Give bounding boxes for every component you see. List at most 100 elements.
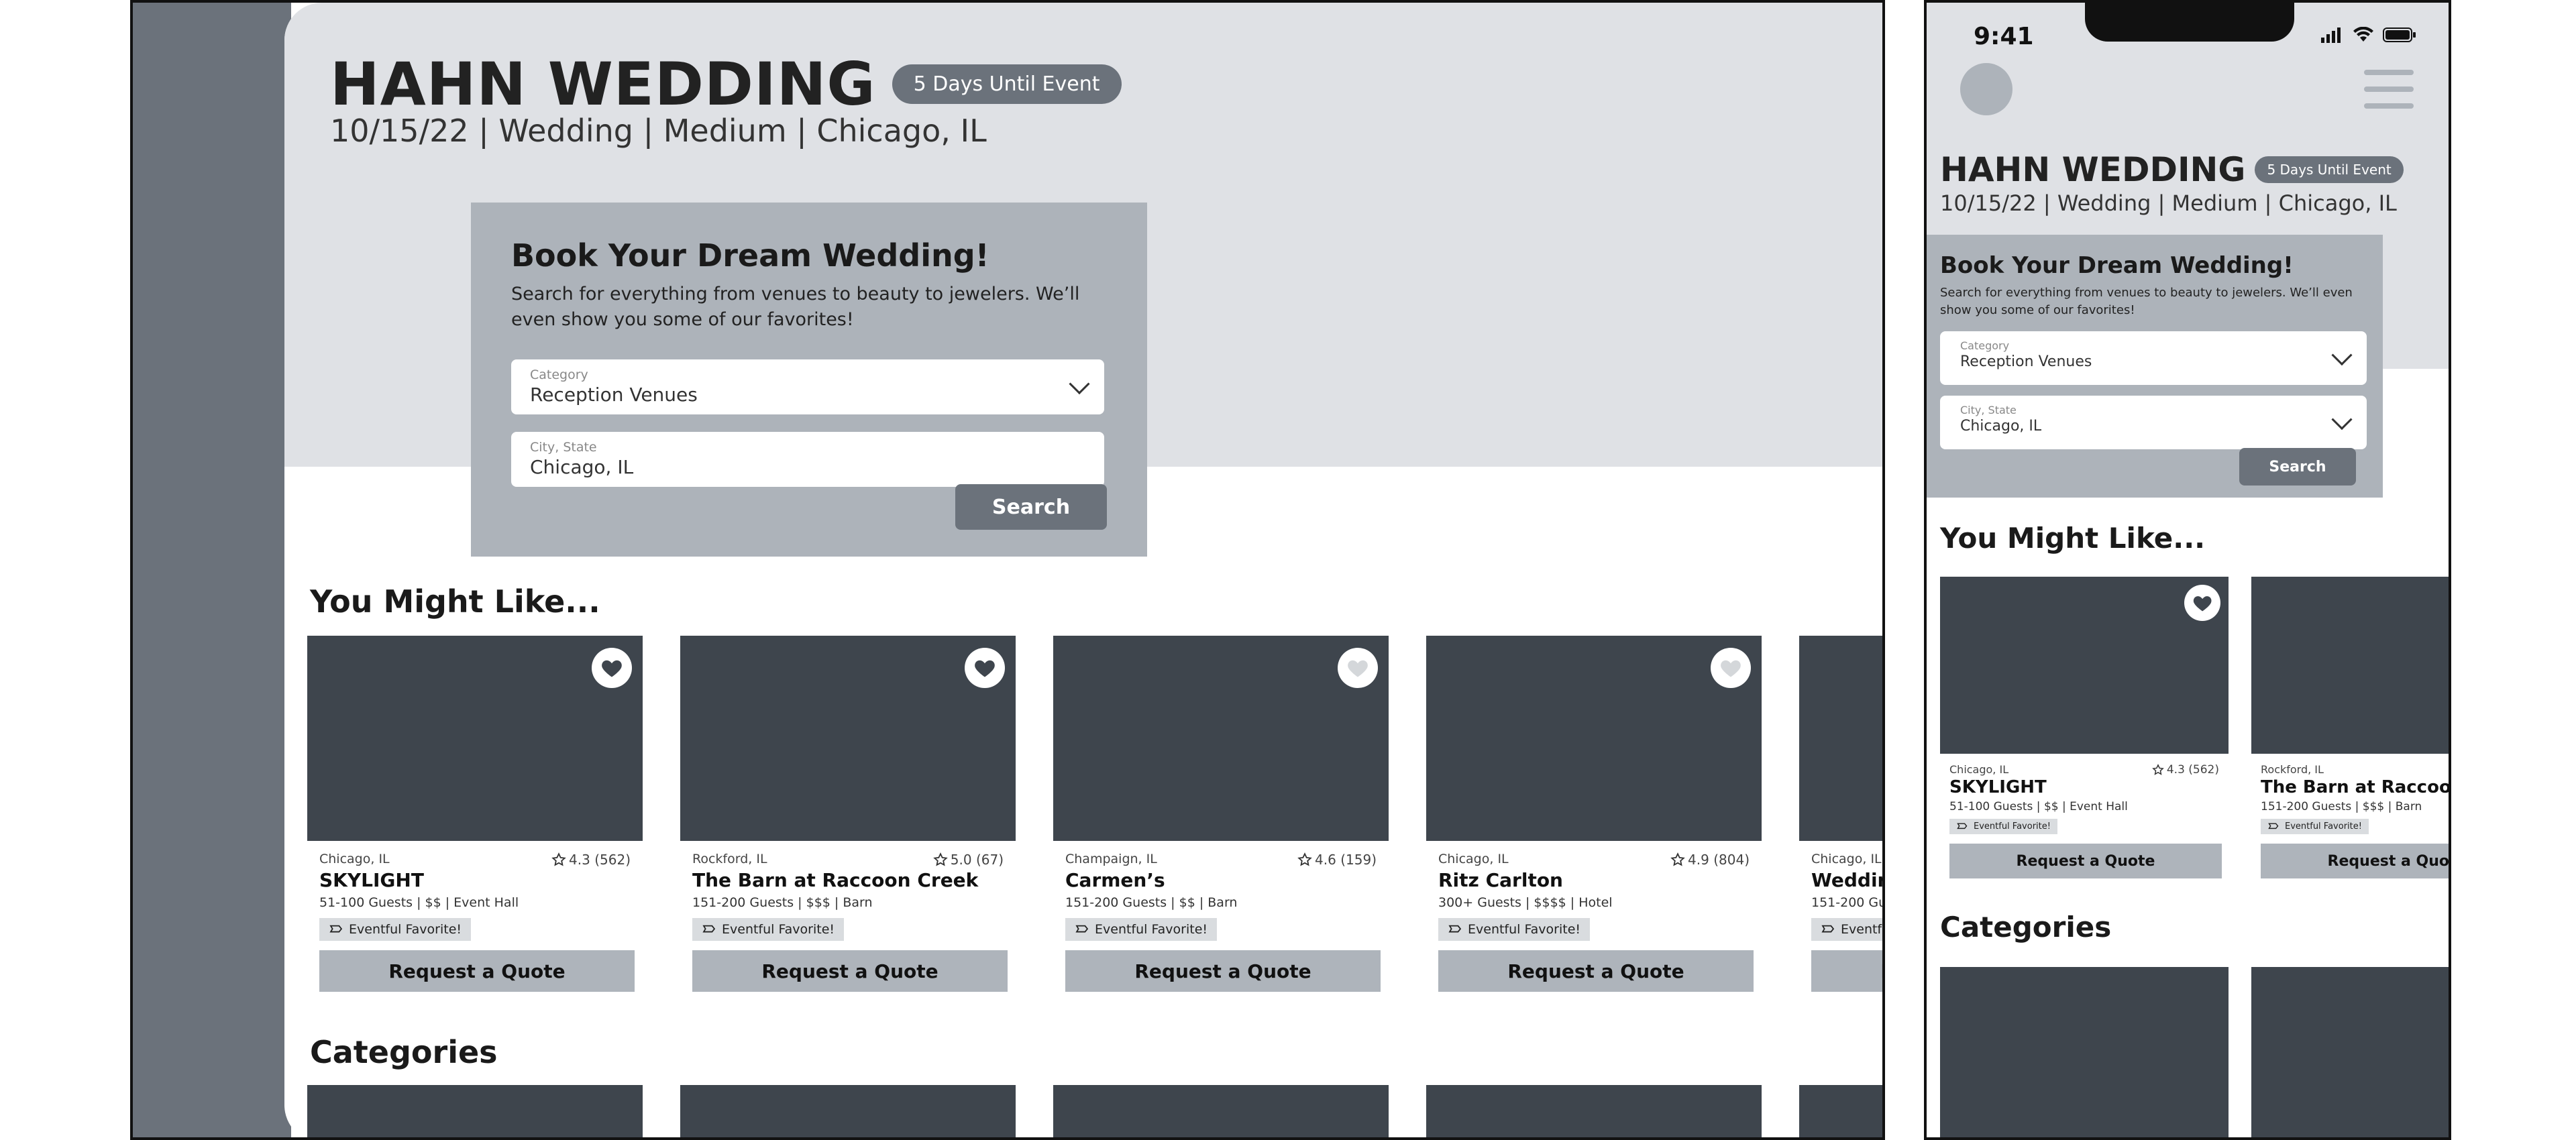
venue-card-body: Chicago, IL 4.9 (804) Ritz Carlton 300+ … xyxy=(1426,841,1762,992)
category-tile[interactable] xyxy=(1940,967,2229,1137)
venue-card-body: Chicago, IL Wedding 151-200 Guests Event… xyxy=(1799,841,1882,992)
category-tile[interactable] xyxy=(1426,1085,1762,1137)
venue-card[interactable]: Rockford, IL 5.0 (67) The Barn at Raccoo… xyxy=(680,636,1016,992)
search-button[interactable]: Search xyxy=(955,484,1107,530)
venue-rating: 4.9 (804) xyxy=(1670,852,1750,868)
favorite-badge: Eventful Favorite! xyxy=(319,918,472,941)
venue-name: Ritz Carlton xyxy=(1438,869,1563,891)
favorite-badge-label: Eventful Favorite! xyxy=(1974,821,2051,832)
request-quote-button[interactable]: Request a Quote xyxy=(692,950,1008,992)
venue-rating-value: 4.3 (562) xyxy=(2166,763,2219,777)
venue-name: Carmen’s xyxy=(1065,869,1165,891)
category-label: Category xyxy=(1960,339,2010,352)
favorite-button[interactable] xyxy=(1338,648,1378,688)
star-icon xyxy=(551,852,566,866)
event-details: 10/15/22 | Wedding | Medium | Chicago, I… xyxy=(1940,190,2397,216)
search-description: Search for everything from venues to bea… xyxy=(1940,286,2353,317)
venue-card-body: Rockford, IL The Barn at Raccoon Creek 1… xyxy=(2251,754,2449,878)
venue-image xyxy=(307,636,643,841)
award-icon xyxy=(1821,925,1835,933)
favorite-button[interactable] xyxy=(592,648,632,688)
venue-card[interactable]: Chicago, IL 4.3 (562) SKYLIGHT 51-100 Gu… xyxy=(1940,577,2229,878)
favorite-badge: Eventful Favorite! xyxy=(1949,819,2057,834)
city-input[interactable]: City, State Chicago, IL xyxy=(511,432,1104,487)
favorite-button[interactable] xyxy=(2184,585,2220,621)
category-select[interactable]: Category Reception Venues xyxy=(511,359,1104,414)
category-tile[interactable] xyxy=(2251,967,2449,1137)
venue-card-body: Rockford, IL 5.0 (67) The Barn at Raccoo… xyxy=(680,841,1016,992)
page-title: HAHN WEDDING xyxy=(1940,150,2246,189)
favorite-badge-label: Eventful Favorite! xyxy=(2285,821,2362,832)
city-label: City, State xyxy=(530,440,597,455)
search-panel: Book Your Dream Wedding! Search for ever… xyxy=(471,203,1147,557)
category-grid xyxy=(1940,967,2449,1137)
menu-icon[interactable] xyxy=(2364,70,2414,109)
venue-carousel: Chicago, IL 4.3 (562) SKYLIGHT 51-100 Gu… xyxy=(307,636,1882,992)
request-quote-button[interactable]: Request a Quote xyxy=(1811,950,1882,992)
star-icon xyxy=(932,852,948,866)
search-panel: Book Your Dream Wedding! Search for ever… xyxy=(1927,235,2383,498)
venue-carousel: Chicago, IL 4.3 (562) SKYLIGHT 51-100 Gu… xyxy=(1940,577,2449,878)
star-icon xyxy=(2152,764,2164,775)
venue-name: SKYLIGHT xyxy=(319,869,424,891)
category-value: Reception Venues xyxy=(1960,353,2092,370)
venue-card[interactable]: Chicago, IL 4.9 (804) Ritz Carlton 300+ … xyxy=(1426,636,1762,992)
venue-card-body: Chicago, IL 4.3 (562) SKYLIGHT 51-100 Gu… xyxy=(307,841,643,992)
venue-image xyxy=(680,636,1016,841)
venue-card[interactable]: Chicago, IL 4.3 (562) SKYLIGHT 51-100 Gu… xyxy=(307,636,643,992)
phone-notch xyxy=(2085,3,2294,42)
award-icon xyxy=(329,925,343,933)
venue-name: SKYLIGHT xyxy=(1949,777,2047,797)
favorite-badge: Eventful Favorite! xyxy=(2261,819,2369,834)
category-tile[interactable] xyxy=(1799,1085,1882,1137)
favorite-button[interactable] xyxy=(965,648,1005,688)
venue-card[interactable]: Champaign, IL 4.6 (159) Carmen’s 151-200… xyxy=(1053,636,1389,992)
heart-icon xyxy=(1348,660,1368,677)
venue-image xyxy=(1053,636,1389,841)
countdown-badge: 5 Days Until Event xyxy=(892,64,1122,104)
venue-card[interactable]: Rockford, IL The Barn at Raccoon Creek 1… xyxy=(2251,577,2449,878)
venue-card[interactable]: Chicago, IL Wedding 151-200 Guests Event… xyxy=(1799,636,1882,992)
search-button[interactable]: Search xyxy=(2239,448,2356,486)
heart-icon xyxy=(1721,660,1741,677)
request-quote-button[interactable]: Request a Quote xyxy=(319,950,635,992)
venue-meta: 151-200 Guests | $$$ | Barn xyxy=(692,895,873,910)
avatar[interactable] xyxy=(1960,63,2012,115)
star-icon xyxy=(1297,852,1312,866)
favorite-badge: Eventful Favorite! xyxy=(692,918,845,941)
favorite-badge-label: Eventful Favorite! xyxy=(349,922,462,937)
venue-rating: 4.6 (159) xyxy=(1297,852,1377,868)
status-time: 9:41 xyxy=(1974,23,2034,50)
desktop-frame: HAHN WEDDING 5 Days Until Event 10/15/22… xyxy=(130,0,1885,1140)
venue-rating-value: 4.6 (159) xyxy=(1315,852,1377,868)
favorite-badge-label: Eventful Favorite! xyxy=(1841,922,1882,937)
favorite-badge-label: Eventful Favorite! xyxy=(1468,922,1581,937)
city-select[interactable]: City, State Chicago, IL xyxy=(1940,396,2367,449)
status-icons xyxy=(2320,27,2416,43)
category-tile[interactable] xyxy=(680,1085,1016,1137)
favorite-badge-label: Eventful Favorite! xyxy=(722,922,835,937)
signal-icon xyxy=(2321,27,2341,43)
request-quote-button[interactable]: Request a Quote xyxy=(1438,950,1754,992)
wifi-icon xyxy=(2353,27,2373,42)
city-value: Chicago, IL xyxy=(530,456,634,478)
request-quote-button[interactable]: Request a Quote xyxy=(1949,844,2222,878)
venue-rating-value: 5.0 (67) xyxy=(950,852,1004,868)
award-icon xyxy=(1448,925,1462,933)
category-tile[interactable] xyxy=(307,1085,643,1137)
category-select[interactable]: Category Reception Venues xyxy=(1940,331,2367,385)
heart-icon xyxy=(2193,595,2212,612)
venue-location: Rockford, IL xyxy=(2261,763,2324,776)
venue-rating-value: 4.3 (562) xyxy=(569,852,631,868)
page-title: HAHN WEDDING xyxy=(330,50,876,119)
favorite-button[interactable] xyxy=(1711,648,1751,688)
search-heading: Book Your Dream Wedding! xyxy=(1940,252,2294,279)
request-quote-button[interactable]: Request a Quote xyxy=(2261,844,2449,878)
category-tile[interactable] xyxy=(1053,1085,1389,1137)
search-heading: Book Your Dream Wedding! xyxy=(511,237,989,274)
request-quote-button[interactable]: Request a Quote xyxy=(1065,950,1381,992)
venue-rating: 4.3 (562) xyxy=(551,852,631,868)
favorite-badge: Eventful Favorite! xyxy=(1811,918,1882,941)
venue-meta: 151-200 Guests | $$ | Barn xyxy=(1065,895,1238,910)
venue-meta: 51-100 Guests | $$ | Event Hall xyxy=(1949,800,2128,813)
